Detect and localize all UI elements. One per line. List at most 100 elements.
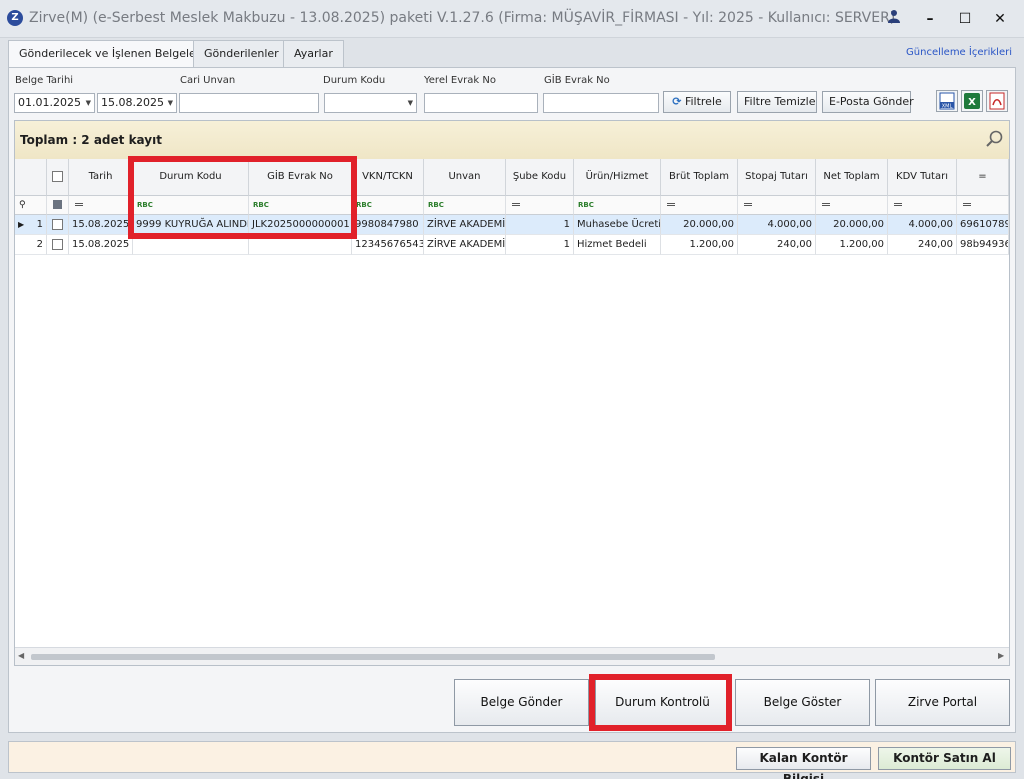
cell-brut-toplam[interactable]: 20.000,00 bbox=[661, 215, 738, 235]
column-header[interactable]: Stopaj Tutarı bbox=[738, 159, 816, 196]
kalan-kontor-button[interactable]: Kalan Kontör Bilgisi bbox=[736, 747, 871, 779]
cell-tarih[interactable]: 15.08.2025 bbox=[69, 235, 133, 255]
cell-ettn[interactable]: 69610789- bbox=[957, 215, 1009, 235]
cell-ettn[interactable]: 98b94936- bbox=[957, 235, 1009, 255]
filtre-temizle-button[interactable]: Filtre Temizle bbox=[737, 91, 817, 113]
cell-urun-hizmet[interactable]: Hizmet Bedeli bbox=[574, 235, 661, 255]
scroll-left-icon[interactable]: ◀ bbox=[18, 651, 24, 660]
cell-kdv[interactable]: 4.000,00 bbox=[888, 215, 957, 235]
column-header[interactable]: Ürün/Hizmet bbox=[574, 159, 661, 196]
cell-tarih[interactable]: 15.08.2025 bbox=[69, 215, 133, 235]
cell-stopaj[interactable]: 240,00 bbox=[738, 235, 816, 255]
belge-tarihi-label: Belge Tarihi bbox=[15, 75, 74, 86]
pdf-export-icon[interactable] bbox=[986, 90, 1008, 112]
filter-checkbox[interactable] bbox=[47, 196, 69, 215]
checkbox[interactable] bbox=[52, 170, 63, 182]
filtrele-label: Filtrele bbox=[684, 95, 722, 108]
cell-net-toplam[interactable]: 20.000,00 bbox=[816, 215, 888, 235]
user-icon[interactable] bbox=[884, 9, 904, 29]
text-filter-icon: RBC bbox=[356, 201, 372, 209]
update-notes-link[interactable]: Güncelleme İçerikleri bbox=[906, 47, 1012, 58]
chevron-down-icon[interactable]: ▼ bbox=[86, 94, 91, 112]
cell-sube-kodu[interactable]: 1 bbox=[506, 215, 574, 235]
xml-export-icon[interactable]: XML bbox=[936, 90, 958, 112]
column-header[interactable]: KDV Tutarı bbox=[888, 159, 957, 196]
cell-brut-toplam[interactable]: 1.200,00 bbox=[661, 235, 738, 255]
chevron-down-icon[interactable]: ▼ bbox=[168, 94, 173, 112]
excel-export-icon[interactable]: X bbox=[961, 90, 983, 112]
checkbox[interactable] bbox=[53, 200, 62, 209]
scrollbar-thumb[interactable] bbox=[31, 654, 715, 660]
filter-cell[interactable]: RBC bbox=[352, 196, 424, 215]
kontor-satin-al-button[interactable]: Kontör Satın Al bbox=[878, 747, 1011, 770]
date-from-value: 01.01.2025 bbox=[18, 96, 81, 109]
horizontal-scrollbar[interactable]: ◀ ▶ bbox=[15, 647, 1009, 665]
cell-stopaj[interactable]: 4.000,00 bbox=[738, 215, 816, 235]
cell-urun-hizmet[interactable]: Muhasebe Ücreti bbox=[574, 215, 661, 235]
gib-evrak-label: GİB Evrak No bbox=[544, 75, 610, 86]
column-header[interactable]: VKN/TCKN bbox=[352, 159, 424, 196]
cell-sube-kodu[interactable]: 1 bbox=[506, 235, 574, 255]
cell-vkn[interactable]: 12345676543 bbox=[352, 235, 424, 255]
equals-icon bbox=[894, 203, 902, 206]
filter-cell[interactable] bbox=[661, 196, 738, 215]
chevron-down-icon[interactable]: ▼ bbox=[408, 94, 413, 112]
column-header[interactable]: Brüt Toplam bbox=[661, 159, 738, 196]
belge-goster-button[interactable]: Belge Göster bbox=[735, 679, 870, 726]
column-header[interactable]: Unvan bbox=[424, 159, 506, 196]
filter-cell[interactable] bbox=[888, 196, 957, 215]
text-filter-icon: RBC bbox=[578, 201, 594, 209]
title-bar: Z Zirve(M) (e-Serbest Meslek Makbuzu - 1… bbox=[0, 0, 1024, 38]
filter-cell[interactable]: RBC bbox=[424, 196, 506, 215]
cari-unvan-label: Cari Unvan bbox=[180, 75, 236, 86]
equals-icon bbox=[963, 203, 971, 206]
filter-cell[interactable] bbox=[69, 196, 133, 215]
column-header[interactable]: = bbox=[957, 159, 1009, 196]
date-to-value: 15.08.2025 bbox=[101, 96, 164, 109]
date-to-field[interactable]: 15.08.2025 ▼ bbox=[97, 93, 177, 113]
select-all-header[interactable] bbox=[47, 159, 69, 196]
search-icon[interactable] bbox=[985, 129, 1005, 149]
app-logo-icon: Z bbox=[7, 10, 23, 26]
filter-cell[interactable] bbox=[738, 196, 816, 215]
cell-unvan[interactable]: ZİRVE AKADEMİ bbox=[424, 235, 506, 255]
cari-unvan-input[interactable] bbox=[179, 93, 319, 113]
column-header[interactable]: Net Toplam bbox=[816, 159, 888, 196]
date-from-field[interactable]: 01.01.2025 ▼ bbox=[14, 93, 95, 113]
filter-cell[interactable] bbox=[816, 196, 888, 215]
equals-icon bbox=[744, 203, 752, 206]
scroll-right-icon[interactable]: ▶ bbox=[998, 651, 1004, 660]
filtrele-button[interactable]: ⟳ Filtrele bbox=[663, 91, 731, 113]
filter-cell[interactable] bbox=[957, 196, 1009, 215]
pin-icon[interactable]: ⚲ bbox=[15, 196, 47, 215]
maximize-button[interactable]: ☐ bbox=[955, 9, 975, 29]
checkbox[interactable] bbox=[52, 218, 63, 230]
durum-kodu-select[interactable]: ▼ bbox=[324, 93, 417, 113]
svg-text:X: X bbox=[968, 97, 976, 108]
tab-gonderilenler[interactable]: Gönderilenler bbox=[193, 40, 290, 67]
belge-gonder-button[interactable]: Belge Gönder bbox=[454, 679, 589, 726]
cell-vkn[interactable]: 9980847980 bbox=[352, 215, 424, 235]
tab-gonderilecek[interactable]: Gönderilecek ve İşlenen Belgeler bbox=[8, 40, 212, 68]
filter-cell[interactable]: RBC bbox=[574, 196, 661, 215]
cell-net-toplam[interactable]: 1.200,00 bbox=[816, 235, 888, 255]
column-header[interactable]: Şube Kodu bbox=[506, 159, 574, 196]
highlight-box-columns bbox=[128, 156, 357, 239]
tab-strip: Gönderilecek ve İşlenen Belgeler Gönderi… bbox=[8, 40, 1016, 68]
minimize-button[interactable]: – bbox=[920, 9, 940, 29]
close-button[interactable]: ✕ bbox=[990, 9, 1010, 29]
column-header[interactable]: Tarih bbox=[69, 159, 133, 196]
eposta-gonder-button[interactable]: E-Posta Gönder bbox=[822, 91, 914, 113]
yerel-evrak-input[interactable] bbox=[424, 93, 538, 113]
gib-evrak-input[interactable] bbox=[543, 93, 659, 113]
filter-cell[interactable] bbox=[506, 196, 574, 215]
row-checkbox[interactable] bbox=[47, 235, 69, 255]
zirve-portal-button[interactable]: Zirve Portal bbox=[875, 679, 1010, 726]
equals-icon bbox=[512, 203, 520, 206]
cell-kdv[interactable]: 240,00 bbox=[888, 235, 957, 255]
cell-unvan[interactable]: ZİRVE AKADEMİ bbox=[424, 215, 506, 235]
record-count: Toplam : 2 adet kayıt bbox=[20, 133, 162, 147]
row-checkbox[interactable] bbox=[47, 215, 69, 235]
tab-ayarlar[interactable]: Ayarlar bbox=[283, 40, 344, 67]
checkbox[interactable] bbox=[52, 238, 63, 250]
